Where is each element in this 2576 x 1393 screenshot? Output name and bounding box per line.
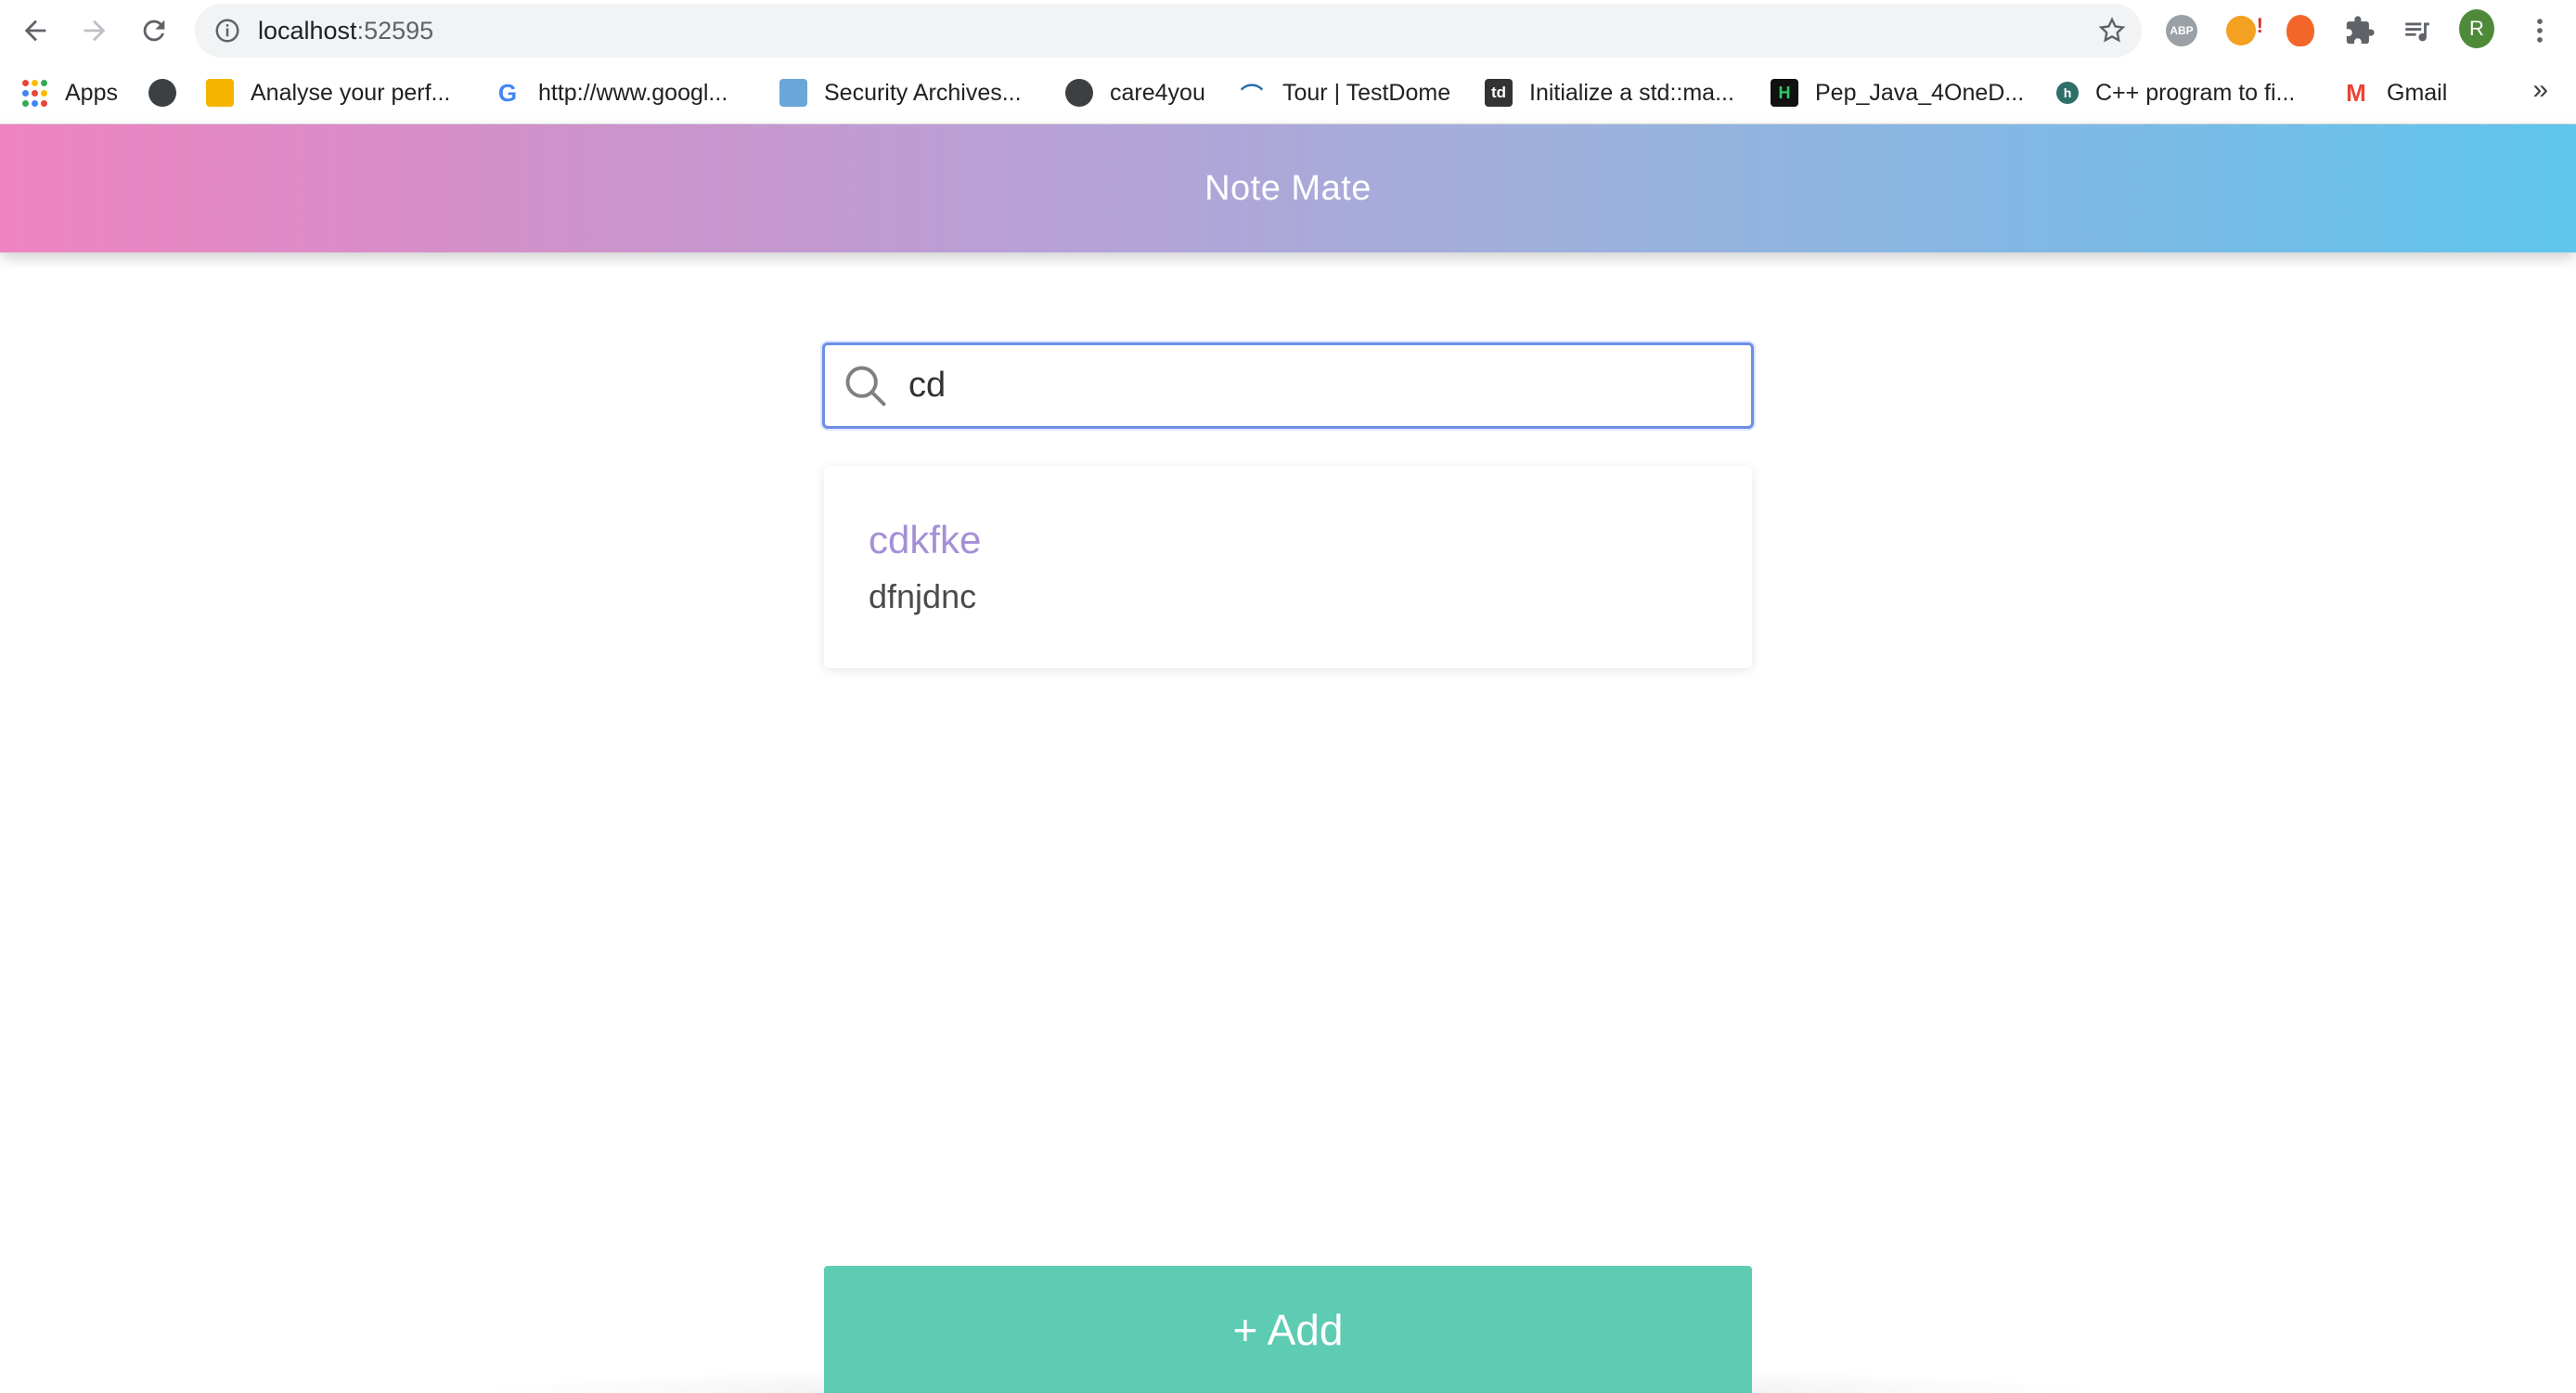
search-icon bbox=[845, 366, 886, 406]
puzzle-icon bbox=[2346, 16, 2375, 45]
bookmark-cpp-program[interactable]: h C++ program to fi... bbox=[2056, 74, 2295, 111]
adblock-extension[interactable]: ABP bbox=[2164, 13, 2199, 48]
bookmark-testdome[interactable]: ⌒ Tour | TestDome bbox=[1238, 74, 1450, 111]
bookmark-label: C++ program to fi... bbox=[2095, 79, 2296, 106]
app-title: Note Mate bbox=[1204, 168, 1372, 208]
forward-button[interactable] bbox=[72, 8, 117, 53]
bookmark-label: Pep_Java_4OneD... bbox=[1815, 79, 2025, 106]
bookmark-gmail[interactable]: M Gmail bbox=[2342, 74, 2447, 111]
bookmark-analyse[interactable]: Analyse your perf... bbox=[206, 74, 450, 111]
fire-icon bbox=[2286, 15, 2314, 46]
site-icon: h bbox=[2056, 82, 2079, 104]
testdome-icon: ⌒ bbox=[1241, 83, 1263, 109]
address-bar[interactable]: localhost:52595 bbox=[195, 4, 2142, 58]
bookmark-google[interactable]: G http://www.googl... bbox=[494, 74, 728, 111]
note-title: cdkfke bbox=[869, 518, 982, 561]
search-box[interactable] bbox=[822, 342, 1754, 429]
bookmarks-bar: Apps Analyse your perf... G http://www.g… bbox=[0, 61, 2576, 124]
bookmark-label: Gmail bbox=[2387, 79, 2448, 106]
security-icon bbox=[779, 79, 807, 107]
bookmarks-overflow-chevron-icon[interactable]: » bbox=[2532, 74, 2548, 106]
bookmark-care4you[interactable]: care4you bbox=[1065, 74, 1205, 111]
note-body: dfnjdnc bbox=[869, 577, 977, 615]
google-icon: G bbox=[497, 78, 518, 107]
hackerearth-icon: H bbox=[1771, 79, 1798, 107]
profile-avatar: R bbox=[2459, 9, 2494, 48]
info-icon[interactable] bbox=[213, 17, 241, 45]
bookmark-apps[interactable]: Apps bbox=[20, 74, 118, 111]
profile-button[interactable]: R bbox=[2459, 9, 2494, 48]
td-icon: td bbox=[1485, 79, 1513, 107]
bookmark-label: Tour | TestDome bbox=[1282, 79, 1451, 106]
abp-icon: ABP bbox=[2166, 15, 2197, 46]
globe-icon bbox=[1065, 79, 1093, 107]
kebab-menu-icon bbox=[2537, 19, 2543, 43]
globe-icon bbox=[148, 79, 176, 107]
app-header: Note Mate bbox=[0, 124, 2576, 252]
key-extension[interactable] bbox=[2223, 13, 2263, 48]
url-text[interactable]: localhost:52595 bbox=[258, 4, 433, 58]
bookmark-std-map[interactable]: td Initialize a std::ma... bbox=[1485, 74, 1734, 111]
reading-list-button[interactable] bbox=[2400, 13, 2435, 48]
bookmark-label: Apps bbox=[65, 79, 118, 106]
reload-icon bbox=[143, 19, 165, 42]
add-note-button[interactable]: + Add bbox=[824, 1266, 1752, 1393]
fire-extension[interactable] bbox=[2283, 13, 2318, 48]
bookmark-label: Analyse your perf... bbox=[251, 79, 451, 106]
bookmark-globe[interactable] bbox=[148, 74, 193, 111]
forward-arrow-icon bbox=[84, 19, 106, 42]
url-host: localhost bbox=[258, 17, 357, 45]
back-button[interactable] bbox=[13, 8, 58, 53]
bookmark-pep-java[interactable]: H Pep_Java_4OneD... bbox=[1771, 74, 2024, 111]
gmail-icon: M bbox=[2346, 78, 2366, 107]
bookmark-label: care4you bbox=[1110, 79, 1205, 106]
bookmark-star-icon[interactable] bbox=[2097, 16, 2127, 45]
apps-grid-icon bbox=[20, 79, 48, 107]
reload-button[interactable] bbox=[132, 8, 176, 53]
analytics-icon bbox=[206, 79, 234, 107]
bookmark-label: Security Archives... bbox=[824, 79, 1022, 106]
search-input[interactable] bbox=[908, 345, 1725, 426]
back-arrow-icon bbox=[24, 19, 46, 42]
browser-toolbar: localhost:52595 ABP R bbox=[0, 0, 2576, 61]
url-port: :52595 bbox=[356, 17, 434, 45]
extensions-button[interactable] bbox=[2342, 13, 2377, 48]
reading-list-icon bbox=[2405, 22, 2429, 42]
bookmark-label: http://www.googl... bbox=[538, 79, 728, 106]
bookmark-security[interactable]: Security Archives... bbox=[779, 74, 1022, 111]
note-card[interactable]: cdkfke dfnjdnc bbox=[824, 466, 1752, 668]
chrome-menu-button[interactable] bbox=[2522, 13, 2557, 48]
key-icon bbox=[2226, 14, 2263, 45]
bookmark-label: Initialize a std::ma... bbox=[1529, 79, 1734, 106]
